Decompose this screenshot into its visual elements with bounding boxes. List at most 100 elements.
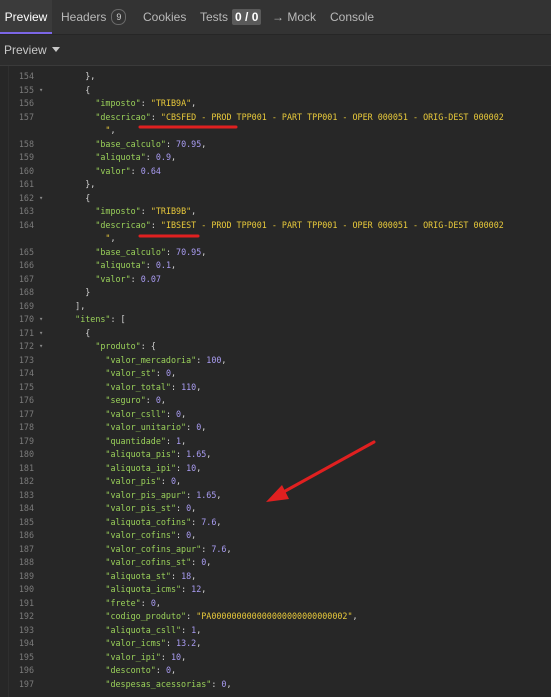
line-number: 158 <box>18 138 34 149</box>
line-number: 162 <box>18 192 34 203</box>
json-value: 10 <box>170 651 182 662</box>
response-body-viewer[interactable]: 154 }, 155 ▾ {156 "imposto": "TRIB9A", 157 … <box>0 66 551 697</box>
tests-count-badge: 0 / 0 <box>232 9 262 25</box>
code-line: 166 "aliquota": 0.1, <box>0 259 551 273</box>
json-key: "valor_pis" <box>105 476 161 486</box>
json-key: "valor_csll" <box>105 408 166 419</box>
code-text: "base_calculo": 70.95, <box>95 246 207 257</box>
code-line: 181 "aliquota_ipi": 10, <box>0 462 551 476</box>
json-key: "valor_total" <box>105 381 171 392</box>
code-text: "imposto": "TRIB9B", <box>95 206 197 216</box>
code-line: 187 "valor_cofins_apur": 7.6, <box>0 543 551 557</box>
line-number: 168 <box>18 287 34 297</box>
json-value: 100 <box>206 354 222 365</box>
json-key: "valor_st" <box>105 368 156 378</box>
json-key: "valor_cofins_apur" <box>105 543 202 554</box>
json-key: "base_calculo" <box>95 246 166 257</box>
preview-mode-label: Preview <box>4 43 47 57</box>
line-number: 170 <box>18 314 34 324</box>
code-text: "itens": [ <box>75 314 126 324</box>
json-key: "valor_icms" <box>105 638 166 648</box>
json-value: 110 <box>181 381 197 392</box>
tab-preview[interactable]: Preview <box>0 0 52 34</box>
code-text: "despesas_acessorias": 0, <box>105 678 232 689</box>
code-line: 159 "aliquota": 0.9, <box>0 151 551 165</box>
code-line: 185 "aliquota_cofins": 7.6, <box>0 516 551 530</box>
code-line: 167 "valor": 0.07 <box>0 273 551 287</box>
code-text: { <box>85 192 91 203</box>
line-number: 166 <box>18 260 34 270</box>
code-text: "valor_pis_apur": 1.65, <box>105 489 222 500</box>
tab-tests[interactable]: Tests 0 / 0 <box>200 0 262 34</box>
fold-toggle-icon[interactable]: ▾ <box>39 84 43 98</box>
line-number: 188 <box>18 557 34 567</box>
json-key: "aliquota_cofins" <box>105 516 192 527</box>
code-text: "desconto": 0, <box>105 665 177 675</box>
line-number: 163 <box>18 206 34 216</box>
line-number: 179 <box>18 435 34 446</box>
line-number: 184 <box>18 503 34 513</box>
code-line: 168 } <box>0 286 551 300</box>
line-number: 155 <box>18 84 34 95</box>
code-line: 195 "valor_ipi": 10, <box>0 651 551 665</box>
json-value: 70.95 <box>176 246 202 257</box>
code-text: "codigo_produto": "PA0000000000000000000… <box>105 611 358 621</box>
json-key: "aliquota" <box>95 152 146 162</box>
json-value: 70.95 <box>176 138 202 149</box>
json-key: "descricao" <box>95 219 151 230</box>
code-line: 158 "base_calculo": 70.95, <box>0 138 551 152</box>
code-text: "aliquota_st": 18, <box>105 570 197 581</box>
line-number: 165 <box>18 246 34 257</box>
line-number: 186 <box>18 530 34 540</box>
code-text: "valor_total": 110, <box>105 381 202 392</box>
json-value: 7.6 <box>201 516 217 527</box>
line-number: 190 <box>18 584 34 594</box>
line-number: 191 <box>18 597 34 608</box>
line-number: 160 <box>18 165 34 176</box>
code-line: 186 "valor_cofins": 0, <box>0 529 551 543</box>
json-key: "aliquota_csll" <box>105 624 182 635</box>
code-text: "quantidade": 1, <box>105 435 187 446</box>
code-line: 155 ▾ { <box>0 84 551 98</box>
tab-cookies[interactable]: Cookies <box>143 0 186 34</box>
code-line: 174 "valor_st": 0, <box>0 367 551 381</box>
code-line: 193 "aliquota_csll": 1, <box>0 624 551 638</box>
code-line: 170 ▾ "itens": [ <box>0 313 551 327</box>
line-number: 194 <box>18 638 34 648</box>
tab-mock[interactable]: → Mock <box>272 0 316 34</box>
code-text: "valor_ipi": 10, <box>105 651 187 662</box>
code-line: 157 "descricao": "CBSFED - PROD TPP001 -… <box>0 111 551 125</box>
json-key: "base_calculo" <box>95 138 166 149</box>
json-key: "valor" <box>95 273 131 284</box>
json-key: "valor_pis_apur" <box>105 489 187 500</box>
json-value: 13.2 <box>176 638 197 648</box>
line-number: 183 <box>18 489 34 500</box>
line-number: 156 <box>18 98 34 108</box>
tab-headers[interactable]: Headers 9 <box>61 0 127 34</box>
preview-mode-dropdown[interactable]: Preview <box>4 35 60 65</box>
tab-console[interactable]: Console <box>330 0 374 34</box>
code-text: "valor_unitario": 0, <box>105 422 207 432</box>
code-text: ", <box>105 125 116 135</box>
json-key: "itens" <box>75 314 111 324</box>
code-line: 160 "valor": 0.64 <box>0 165 551 179</box>
fold-toggle-icon[interactable]: ▾ <box>39 192 43 206</box>
fold-toggle-icon[interactable]: ▾ <box>39 327 43 341</box>
line-number: 185 <box>18 516 34 527</box>
json-value: 0.9 <box>155 152 171 162</box>
json-key: "despesas_acessorias" <box>105 678 212 689</box>
json-key: "aliquota" <box>95 260 146 270</box>
line-number: 174 <box>18 368 34 378</box>
json-value: 0.64 <box>140 165 161 176</box>
json-key: "desconto" <box>105 665 156 675</box>
code-line: 177 "valor_csll": 0, <box>0 408 551 422</box>
fold-toggle-icon[interactable]: ▾ <box>39 313 43 327</box>
tab-mock-label: → Mock <box>272 10 317 24</box>
json-key: "valor_cofins" <box>105 530 177 540</box>
code-text: "valor_cofins_st": 0, <box>105 557 212 567</box>
code-line: 180 "aliquota_pis": 1.65, <box>0 448 551 462</box>
json-value: 1.65 <box>196 489 217 500</box>
tab-console-label: Console <box>330 10 375 24</box>
code-line: 156 "imposto": "TRIB9A", <box>0 97 551 111</box>
fold-toggle-icon[interactable]: ▾ <box>39 340 43 354</box>
